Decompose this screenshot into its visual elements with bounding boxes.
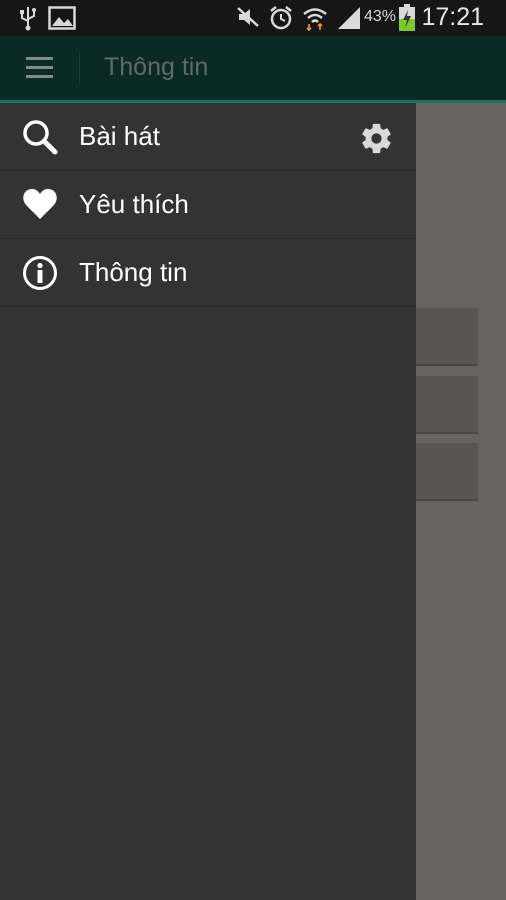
list-item[interactable]: [410, 308, 478, 366]
signal-icon: [336, 5, 362, 35]
status-bar: 43% 17:21: [0, 0, 506, 36]
gear-icon[interactable]: [359, 121, 394, 160]
search-icon: [22, 119, 58, 159]
clock: 17:21: [421, 3, 484, 31]
drawer-item-label: Bài hát: [79, 121, 160, 151]
info-icon: [22, 255, 58, 295]
list-item[interactable]: [410, 443, 478, 501]
drawer-item-label: Yêu thích: [79, 189, 189, 219]
gallery-icon: [48, 5, 76, 35]
usb-icon: [18, 5, 38, 35]
action-bar-divider: [79, 51, 80, 85]
page-title: Thông tin: [104, 53, 209, 81]
drawer-item-yeu-thich[interactable]: Yêu thích: [0, 171, 416, 239]
drawer-item-label: Thông tin: [79, 257, 188, 287]
battery-percent: 43%: [364, 8, 397, 25]
navigation-drawer: Bài hát Yêu thích Thông tin: [0, 103, 416, 900]
action-bar: Thông tin: [0, 36, 506, 103]
hamburger-menu-icon[interactable]: [26, 57, 53, 83]
drawer-item-bai-hat[interactable]: Bài hát: [0, 103, 416, 171]
drawer-item-thong-tin[interactable]: Thông tin: [0, 239, 416, 307]
list-item[interactable]: [410, 376, 478, 434]
battery-charging-icon: [398, 4, 416, 36]
mute-icon: [236, 5, 260, 33]
alarm-icon: [268, 5, 294, 35]
wifi-icon: [302, 5, 328, 35]
heart-icon: [22, 187, 58, 225]
